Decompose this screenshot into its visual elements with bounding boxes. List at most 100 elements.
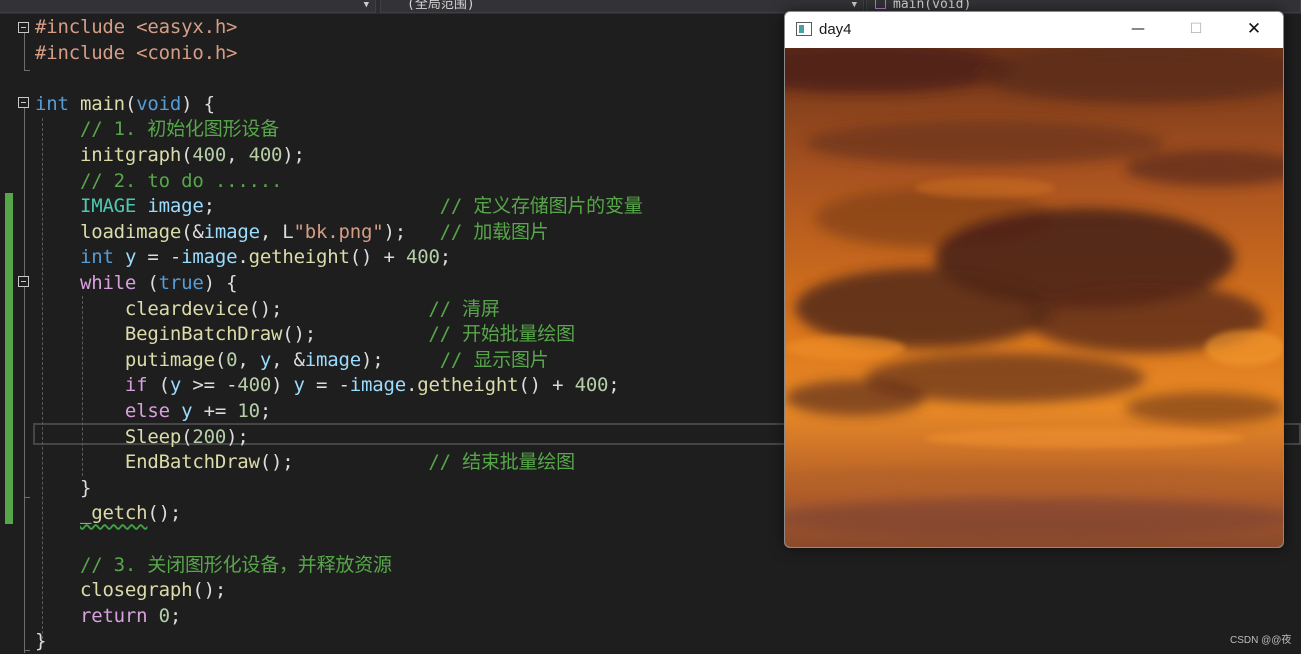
code-token: = - xyxy=(304,374,350,397)
code-token: ; xyxy=(169,604,182,627)
code-token: // 1. 初始化图形设备 xyxy=(79,118,280,141)
code-token: y xyxy=(181,400,193,422)
code-text: while (true) { xyxy=(35,270,238,296)
code-token: (); xyxy=(282,323,429,346)
minimize-button[interactable]: — xyxy=(1109,12,1167,48)
code-token: >= - xyxy=(181,374,238,397)
code-text: // 2. to do ...... xyxy=(35,168,283,194)
code-token: } xyxy=(35,630,47,653)
code-text: Sleep(200); xyxy=(35,424,249,450)
code-token: true xyxy=(158,272,204,294)
code-token: putimage xyxy=(124,348,215,371)
code-token: ( xyxy=(147,374,170,397)
code-token: 400 xyxy=(574,374,609,397)
code-token: void xyxy=(136,92,182,115)
code-token: y xyxy=(293,374,305,397)
code-token: closegraph xyxy=(79,579,193,602)
code-token: image xyxy=(147,195,204,218)
code-token: += xyxy=(192,400,238,422)
code-token: // 加载图片 xyxy=(439,220,549,243)
code-text: cleardevice(); // 清屏 xyxy=(35,296,500,322)
code-line[interactable]: // 3. 关闭图形化设备，并释放资源 xyxy=(0,552,1301,578)
code-token: #include <conio.h> xyxy=(35,41,238,64)
code-text: return 0; xyxy=(35,603,181,629)
code-token: y xyxy=(124,246,137,269)
code-token: 0 xyxy=(158,604,170,627)
code-token: 10 xyxy=(237,400,260,422)
code-line[interactable]: closegraph(); xyxy=(0,577,1301,603)
code-token: (); xyxy=(147,502,182,525)
code-token: image xyxy=(181,246,238,269)
code-text: closegraph(); xyxy=(35,577,226,603)
code-text: int main(void) { xyxy=(35,91,215,117)
code-token: // 显示图片 xyxy=(439,348,549,371)
code-token: // 2. to do ...... xyxy=(79,169,283,192)
code-token: return xyxy=(79,604,148,627)
code-token: // 开始批量绘图 xyxy=(428,323,575,346)
code-text: } xyxy=(35,475,91,501)
code-line[interactable]: return 0; xyxy=(0,603,1301,629)
code-token: () + xyxy=(518,374,575,397)
code-token: image xyxy=(304,348,361,371)
code-token: IMAGE xyxy=(79,195,137,218)
code-token: , xyxy=(237,348,260,371)
code-token: ); xyxy=(383,220,440,243)
code-token: 400 xyxy=(192,144,227,166)
code-text: initgraph(400, 400); xyxy=(35,142,305,168)
code-token: // 定义存储图片的变量 xyxy=(439,195,643,218)
window-title: day4 xyxy=(819,21,852,38)
code-text: } xyxy=(35,628,46,654)
scope-dropdown-label: (全局范围) xyxy=(407,0,475,12)
code-text: #include <easyx.h> xyxy=(35,14,238,40)
code-token: // 结束批量绘图 xyxy=(428,451,575,474)
code-token: 400 xyxy=(237,374,272,397)
code-token: ) xyxy=(271,374,294,397)
code-token: #include <easyx.h> xyxy=(35,16,238,38)
code-token: 200 xyxy=(192,425,227,448)
code-token: () + xyxy=(349,246,406,269)
code-token: 400 xyxy=(248,144,283,166)
code-token: ) { xyxy=(203,272,238,294)
code-text: loadimage(&image, L"bk.png"); // 加载图片 xyxy=(35,219,549,245)
code-token: ; xyxy=(203,195,440,218)
code-token: ; xyxy=(439,246,451,269)
code-token: EndBatchDraw xyxy=(124,451,260,474)
code-text: EndBatchDraw(); // 结束批量绘图 xyxy=(35,449,575,475)
code-text: // 1. 初始化图形设备 xyxy=(35,116,279,142)
project-dropdown[interactable]: ▼ xyxy=(0,0,376,13)
code-token: cleardevice xyxy=(124,297,249,320)
window-titlebar[interactable]: day4 — ☐ ✕ xyxy=(785,12,1283,48)
code-token: "bk.png" xyxy=(293,220,384,243)
maximize-button[interactable]: ☐ xyxy=(1167,12,1225,48)
close-button[interactable]: ✕ xyxy=(1225,12,1283,48)
code-token: = - xyxy=(136,246,182,269)
code-token: y xyxy=(169,374,182,397)
code-line[interactable]: } xyxy=(0,628,1301,654)
code-token: int xyxy=(79,246,114,269)
code-token: initgraph xyxy=(79,144,182,166)
code-text: else y += 10; xyxy=(35,398,271,424)
code-token: while xyxy=(79,272,137,294)
app-window[interactable]: day4 — ☐ ✕ xyxy=(784,11,1284,548)
code-token: , L xyxy=(259,220,294,243)
code-token: (); xyxy=(259,451,429,474)
code-text: #include <conio.h> xyxy=(35,40,238,66)
code-token: loadimage xyxy=(79,220,182,243)
code-token: _getch xyxy=(79,502,148,525)
code-text: IMAGE image; // 定义存储图片的变量 xyxy=(35,193,643,219)
